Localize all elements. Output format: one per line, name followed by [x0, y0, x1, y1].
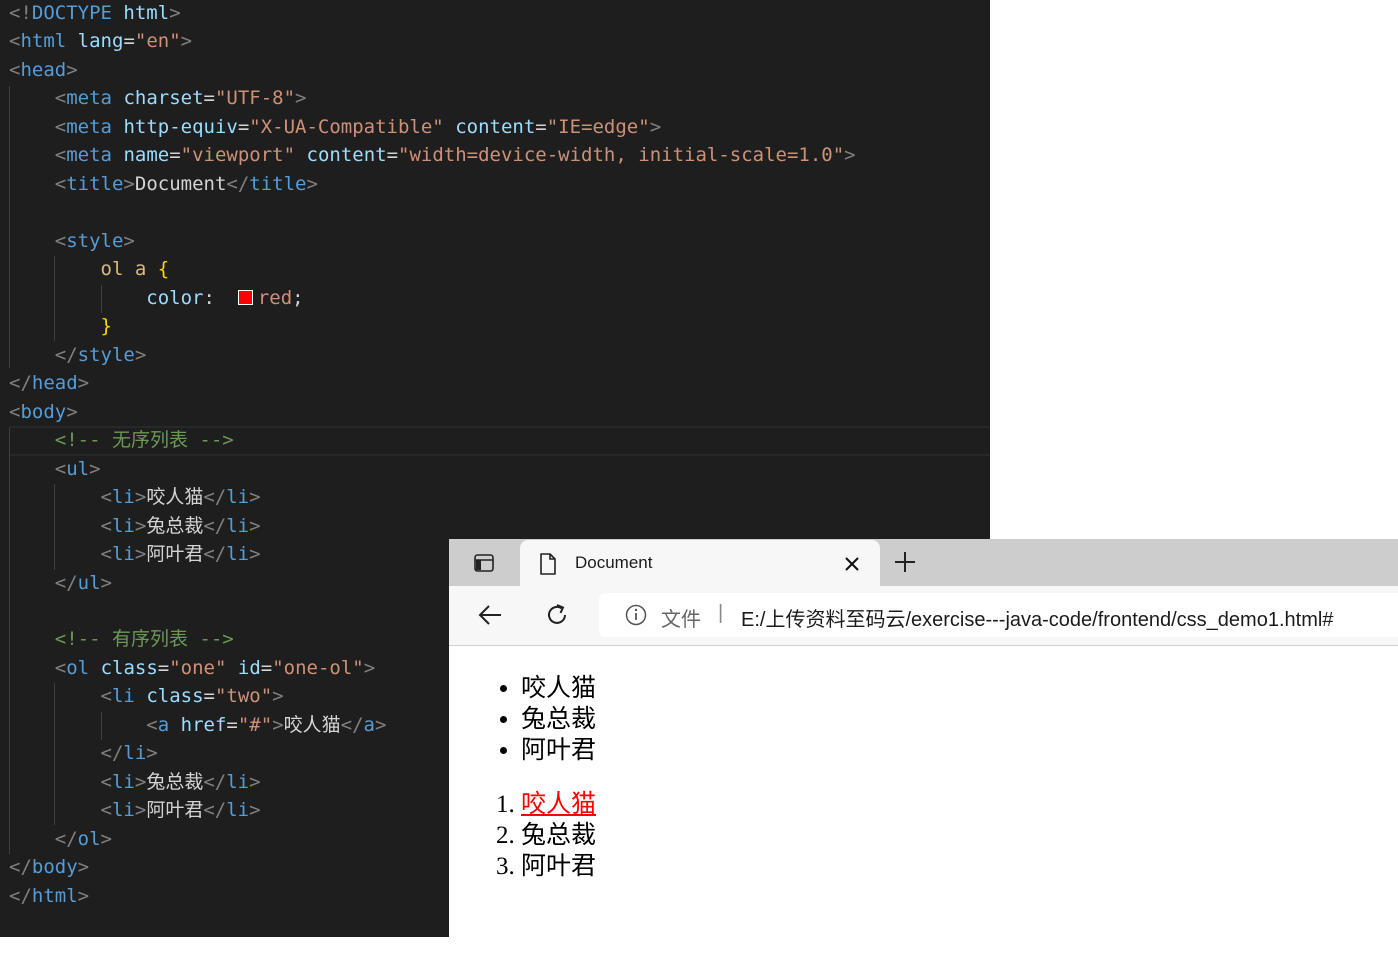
code-line: </style> [54, 344, 147, 366]
tab-document[interactable]: Document [520, 540, 880, 586]
address-bar[interactable]: 文件 | E:/上传资料至码云/exercise---java-code/fro… [599, 593, 1398, 637]
info-icon[interactable] [625, 604, 647, 626]
close-icon[interactable] [843, 555, 861, 573]
page-viewport: 咬人猫 兔总裁 阿叶君 咬人猫 兔总裁 阿叶君 [449, 646, 1398, 937]
navigation-toolbar: 文件 | E:/上传资料至码云/exercise---java-code/fro… [449, 586, 1398, 646]
code-line: <head> [9, 59, 78, 81]
code-line: ol a { [100, 258, 170, 280]
code-line: <li class="two"> [100, 685, 284, 707]
code-line: color: red; [146, 287, 304, 309]
code-line: </html> [9, 885, 90, 907]
sidebar-toggle-icon[interactable] [473, 552, 495, 574]
code-line: <ul> [54, 458, 101, 480]
code-line: <li>阿叶君</li> [100, 543, 261, 565]
reload-icon[interactable] [544, 602, 570, 628]
code-line: </li> [100, 742, 158, 764]
list-link[interactable]: 咬人猫 [521, 791, 596, 818]
code-line: </head> [9, 372, 90, 394]
list-item: 兔总裁 [521, 704, 596, 735]
code-line: </ol> [54, 828, 112, 850]
code-line: <a href="#">咬人猫</a> [146, 714, 387, 736]
list-item: 兔总裁 [521, 820, 596, 851]
code-line: </body> [9, 856, 90, 878]
code-line: <ol class="one" id="one-ol"> [54, 657, 376, 679]
code-line: <!-- 无序列表 --> [9, 427, 234, 455]
code-line: <meta name="viewport" content="width=dev… [54, 144, 856, 166]
code-line: <meta charset="UTF-8"> [54, 87, 307, 109]
code-line: <html lang="en"> [9, 30, 193, 52]
code-comment: <!-- 有序列表 --> [54, 628, 234, 650]
list-item: 阿叶君 [521, 851, 596, 882]
code-line: <title>Document</title> [54, 173, 318, 195]
tab-title: Document [575, 553, 653, 572]
tab-bar: Document [449, 539, 1398, 586]
code-a-text: 咬人猫 [283, 714, 341, 736]
unordered-list: 咬人猫 兔总裁 阿叶君 [489, 673, 596, 766]
color-swatch-icon[interactable] [237, 290, 253, 305]
ordered-list: 咬人猫 兔总裁 阿叶君 [489, 789, 596, 882]
code-line: </ul> [54, 572, 112, 594]
code-line: <!-- 有序列表 --> [9, 626, 234, 654]
scheme-label: 文件 [661, 609, 701, 631]
code-line: <!DOCTYPE html> [9, 2, 181, 24]
code-line: <style> [54, 230, 135, 252]
code-li-text: 阿叶君 [146, 543, 204, 565]
code-line: <li>兔总裁</li> [100, 515, 261, 537]
url-text[interactable]: E:/上传资料至码云/exercise---java-code/frontend… [741, 603, 1333, 632]
code-li-text: 兔总裁 [146, 771, 204, 793]
address-separator: | [718, 602, 724, 624]
code-comment: <!-- 无序列表 --> [54, 429, 234, 451]
back-arrow-icon[interactable] [477, 603, 503, 627]
code-li-text: 咬人猫 [146, 486, 204, 508]
code-line: <meta http-equiv="X-UA-Compatible" conte… [54, 116, 662, 138]
list-item: 咬人猫 [521, 673, 596, 704]
code-li-text: 阿叶君 [146, 799, 204, 821]
code-line: <body> [9, 401, 78, 423]
code-line: <li>咬人猫</li> [100, 486, 261, 508]
list-item: 咬人猫 [521, 789, 596, 820]
code-line: } [100, 315, 112, 337]
browser-window: Document 文件 | E:/上传资料至码云/exercise---java… [449, 539, 1398, 937]
list-item: 阿叶君 [521, 735, 596, 766]
document-icon [538, 552, 558, 576]
code-line: <li>兔总裁</li> [100, 771, 261, 793]
code-line: <li>阿叶君</li> [100, 799, 261, 821]
code-li-text: 兔总裁 [146, 515, 204, 537]
plus-icon[interactable] [894, 551, 916, 573]
code-title-text: Document [134, 173, 227, 195]
